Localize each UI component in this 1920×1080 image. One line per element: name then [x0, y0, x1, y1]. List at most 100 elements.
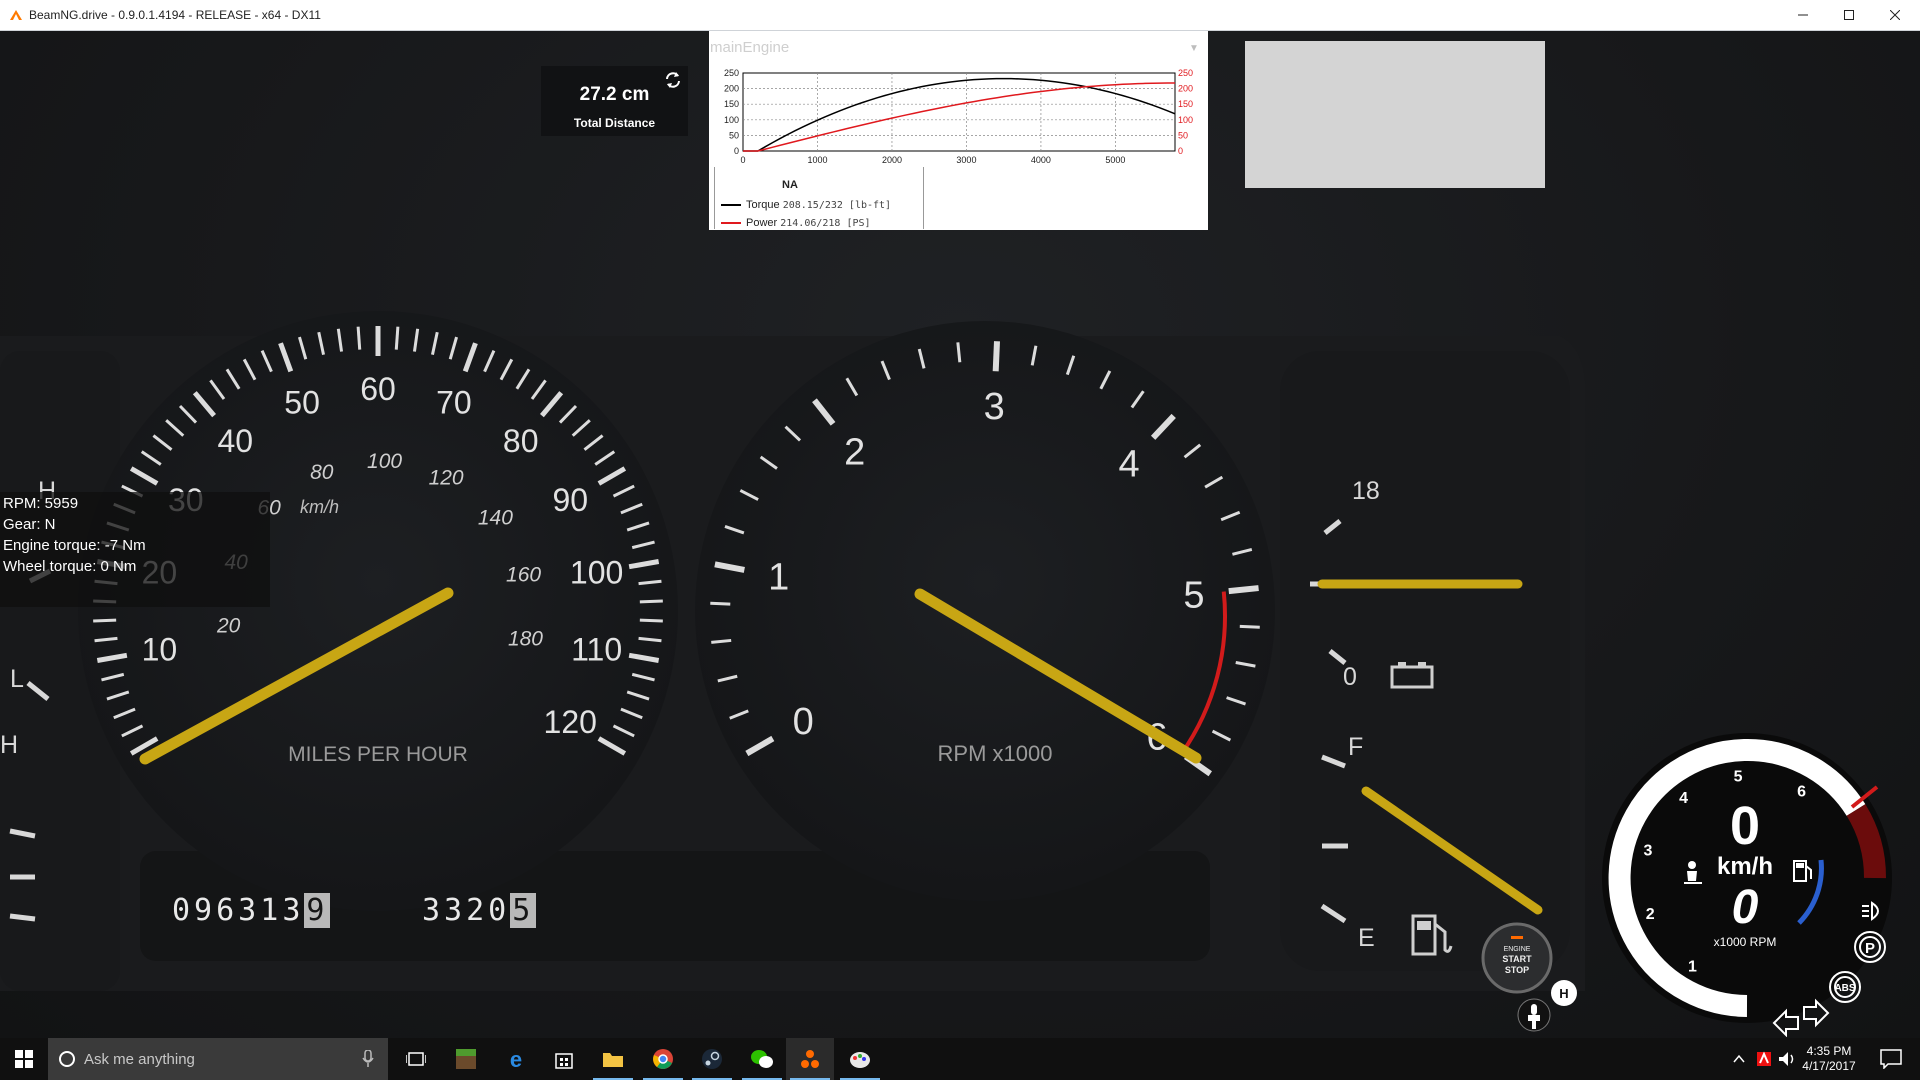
x-tick-label: 4000: [1031, 155, 1051, 165]
search-box[interactable]: Ask me anything: [48, 1038, 388, 1080]
gear-shifter-icon[interactable]: [1517, 996, 1551, 1034]
close-button[interactable]: [1872, 0, 1918, 30]
engine-button-line2: START: [1502, 954, 1532, 964]
y-tick-label-right: 250: [1178, 68, 1193, 78]
file-explorer-icon[interactable]: [589, 1038, 637, 1080]
speedometer-mph-label: 100: [570, 554, 623, 590]
engine-button-line3: STOP: [1505, 965, 1529, 975]
trip-last-digit: 5: [510, 893, 537, 928]
speedometer-tick: [394, 326, 400, 350]
x-tick-label: 2000: [882, 155, 902, 165]
handbrake-icon[interactable]: H: [1548, 979, 1584, 1015]
microphone-icon[interactable]: [362, 1050, 374, 1068]
x-tick-label: 0: [740, 155, 745, 165]
maximize-button[interactable]: [1826, 0, 1872, 30]
speedometer-tick: [639, 618, 663, 623]
speedometer-mph-label: 70: [436, 384, 472, 420]
y-tick-label-right: 100: [1178, 115, 1193, 125]
antivirus-icon[interactable]: [1756, 1051, 1772, 1067]
minecraft-icon[interactable]: [442, 1038, 490, 1080]
system-clock[interactable]: 4:35 PM 4/17/2017: [1794, 1044, 1864, 1074]
legend-torque: Torque 208.15/232 [lb-ft]: [721, 199, 891, 211]
minimize-icon: [1798, 14, 1808, 16]
speedometer-kmh-label: 100: [367, 450, 402, 473]
speedometer-mph-label: 120: [544, 704, 597, 740]
notifications-icon[interactable]: [1880, 1049, 1902, 1069]
wechat-icon[interactable]: [738, 1038, 786, 1080]
trip-meter: 33205: [422, 893, 537, 928]
tachometer-tick: [992, 341, 1000, 372]
chevron-up-icon[interactable]: [1732, 1052, 1746, 1066]
parking-brake-icon: P: [1854, 931, 1886, 963]
odometer: 0963139: [172, 893, 331, 928]
clock-time: 4:35 PM: [1806, 1044, 1852, 1058]
left-gauge-label-mid: L: [10, 665, 24, 693]
y-tick-label-left: 250: [724, 68, 739, 78]
y-tick-label-right: 0: [1178, 146, 1183, 156]
tachometer-tick: [710, 601, 731, 606]
torque-swatch: [721, 204, 741, 207]
right-pod: [1280, 351, 1570, 971]
tachometer-tick: [1228, 585, 1259, 595]
chart-legend: NA Torque 208.15/232 [lb-ft] Power 214.0…: [714, 167, 924, 229]
legend-title: NA: [782, 179, 798, 191]
start-button[interactable]: [0, 1038, 48, 1080]
close-icon: [1890, 10, 1900, 20]
minimize-button[interactable]: [1780, 0, 1826, 30]
task-view-icon[interactable]: [392, 1038, 440, 1080]
steam-icon[interactable]: [688, 1038, 736, 1080]
speedometer-tick: [639, 599, 663, 604]
tachometer-label: 5: [1183, 575, 1204, 617]
legend-power: Power 214.06/218 [PS]: [721, 217, 871, 229]
chrome-icon[interactable]: [639, 1038, 687, 1080]
tachometer-tick: [1239, 624, 1260, 629]
speedometer-mph-label: 40: [218, 423, 254, 459]
hud-speed: 0: [1730, 796, 1760, 856]
store-icon[interactable]: [540, 1038, 588, 1080]
hud-speed-unit: km/h: [1717, 853, 1773, 880]
window-title: BeamNG.drive - 0.9.0.1.4194 - RELEASE - …: [29, 8, 321, 22]
odometer-tenth-digit: 9: [304, 893, 331, 928]
temp-bottom-label: 0: [1343, 663, 1357, 691]
tachometer-tick: [956, 342, 962, 363]
hud-ring-label: 4: [1679, 790, 1688, 807]
x-tick-label: 1000: [807, 155, 827, 165]
power-swatch: [721, 222, 741, 225]
beamng-taskbar-icon[interactable]: [786, 1038, 834, 1080]
edge-icon[interactable]: e: [492, 1038, 540, 1080]
total-distance-widget: 27.2 cm Total Distance: [541, 66, 688, 136]
speedometer-kmh-label: 140: [478, 507, 513, 530]
tachometer-label: 4: [1119, 443, 1140, 485]
hud-ring-label: 3: [1644, 843, 1653, 860]
tachometer-label: 3: [984, 386, 1005, 428]
y-tick-label-left: 0: [734, 146, 739, 156]
hud-ring-label: 2: [1646, 906, 1655, 923]
legend-torque-label: Torque: [746, 199, 780, 211]
x-tick-label: 5000: [1105, 155, 1125, 165]
fuel-empty-label: E: [1358, 924, 1375, 952]
engine-start-stop-button[interactable]: ENGINE START STOP: [1480, 921, 1554, 995]
debug-rpm: RPM: 5959: [3, 495, 79, 512]
windows-taskbar: Ask me anything e 4:35 PM 4/17/2017: [0, 1038, 1920, 1080]
speedometer-caption: MILES PER HOUR: [288, 743, 468, 766]
beamng-icon: [10, 10, 22, 20]
speedometer-tick: [356, 326, 362, 350]
maximize-icon: [1844, 10, 1854, 20]
y-tick-label-left: 150: [724, 99, 739, 109]
chart-y-ticks-right: 250 200 150 100 50 0: [1178, 68, 1193, 156]
speedometer-kmh-label: 20: [216, 614, 241, 637]
abs-icon: ABS: [1829, 971, 1861, 1003]
abs-text: ABS: [1834, 983, 1855, 994]
cortana-icon: [59, 1051, 75, 1067]
handbrake-letter: H: [1559, 986, 1568, 1001]
legend-power-value: 214.06/218 [PS]: [780, 218, 871, 229]
debug-gear: Gear: N: [3, 516, 56, 533]
y-tick-label-left: 200: [724, 84, 739, 94]
tachometer-label: 2: [844, 431, 865, 473]
torque-power-chart: 0 1000 2000 3000 4000 5000 250200150100500 25…: [724, 68, 1193, 165]
game-viewport[interactable]: 102030405060708090100110120 204060801001…: [0, 31, 1920, 1038]
paint-icon[interactable]: [836, 1038, 884, 1080]
tachometer-tick: [711, 638, 732, 644]
engine-graph-panel: mainEngine ▼ 0 1000 2000 3000 4000 5000 250 20…: [709, 31, 1208, 230]
refresh-icon[interactable]: [663, 70, 683, 90]
